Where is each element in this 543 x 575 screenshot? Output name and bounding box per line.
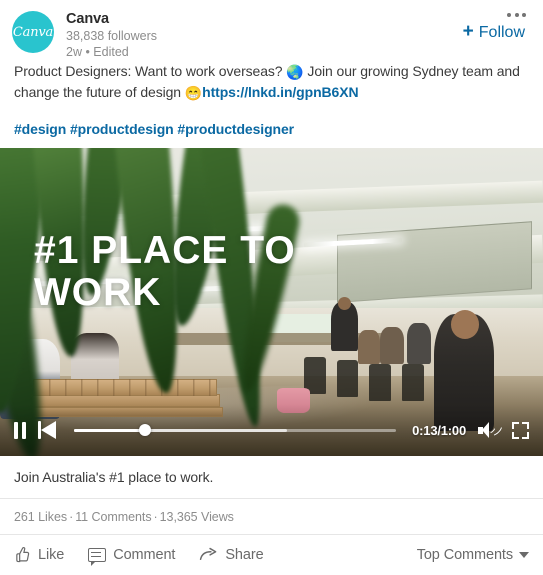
commentary-part-1: Product Designers: Want to work overseas… [14, 63, 287, 79]
comment-button-label: Comment [113, 546, 176, 563]
separator: · [69, 510, 74, 524]
video-caption: Join Australia's #1 place to work. [0, 456, 543, 499]
separator: · [153, 510, 158, 524]
pallet-slats [32, 378, 218, 396]
fullscreen-icon [512, 421, 529, 439]
volume-button[interactable] [478, 421, 504, 439]
dot [522, 13, 526, 17]
speech-bubble-icon [88, 547, 107, 566]
like-count[interactable]: 261 Likes [14, 510, 67, 524]
chair [369, 363, 391, 401]
hashtag-list: #design #productdesign #productdesigner [0, 121, 543, 137]
person-seated [358, 329, 381, 364]
ceiling-duct [336, 221, 533, 303]
hashtags-link[interactable]: #design #productdesign #productdesigner [14, 121, 294, 137]
grinning-face-icon: 😁 [184, 84, 203, 101]
person-seated [380, 326, 404, 364]
linkedin-post-card: Canva Canva 38,838 followers 2w • Edited… [0, 0, 543, 575]
share-arrow-icon [199, 547, 218, 562]
pause-icon [14, 421, 26, 439]
plus-icon: + [462, 21, 474, 42]
person-background-head [337, 297, 351, 311]
share-button-label: Share [225, 546, 264, 563]
time-display: 0:13/1:00 [412, 422, 466, 438]
post-link[interactable]: https://lnkd.in/gpnB6XN [202, 84, 358, 100]
overflow-menu-icon[interactable] [504, 10, 529, 20]
previous-track-icon [38, 421, 58, 439]
video-controls: 0:13/1:00 [0, 404, 543, 456]
social-counts: 261 Likes · 11 Comments · 13,365 Views [0, 499, 543, 535]
comment-button[interactable]: Comment [88, 546, 176, 566]
avatar-logo-text: Canva [12, 24, 54, 40]
progress-played [74, 428, 145, 432]
follower-count: 38,838 followers [66, 29, 158, 44]
follow-button[interactable]: + Follow [462, 21, 525, 42]
person-walking-head [450, 309, 480, 339]
chair [336, 360, 359, 398]
actor-name[interactable]: Canva [66, 11, 157, 28]
previous-button[interactable] [38, 421, 58, 439]
volume-on-icon [478, 421, 504, 439]
like-button[interactable]: Like [14, 546, 64, 563]
view-count: 13,365 Views [159, 510, 234, 524]
action-bar: Like Comment Share Top Comments [0, 535, 543, 575]
post-timestamp: 2w • Edited [66, 44, 129, 59]
pause-button[interactable] [14, 421, 26, 439]
chevron-down-icon [519, 552, 529, 558]
top-comments-label: Top Comments [416, 547, 513, 563]
dot [507, 13, 511, 17]
dot [514, 13, 519, 17]
thumbs-up-icon [14, 546, 31, 563]
like-button-label: Like [38, 546, 65, 563]
globe-icon: 🌏 [286, 64, 304, 80]
scrubber-handle[interactable] [138, 424, 151, 436]
comment-count[interactable]: 11 Comments [75, 510, 151, 524]
fullscreen-button[interactable] [512, 421, 529, 439]
follow-button-label: Follow [478, 23, 525, 41]
chair [401, 363, 424, 401]
progress-scrubber[interactable] [74, 421, 397, 439]
person-seated [407, 323, 432, 364]
post-commentary: Product Designers: Want to work overseas… [0, 60, 543, 104]
avatar[interactable]: Canva [12, 11, 54, 53]
actor-identity: Canva 38,838 followers 2w • Edited [66, 10, 157, 60]
top-comments-dropdown[interactable]: Top Comments [417, 547, 529, 563]
post-header: Canva Canva 38,838 followers 2w • Edited… [0, 0, 543, 60]
video-player[interactable]: #1 PLACE TO WORK 0:13/1:00 [0, 147, 543, 456]
share-button[interactable]: Share [199, 546, 264, 563]
